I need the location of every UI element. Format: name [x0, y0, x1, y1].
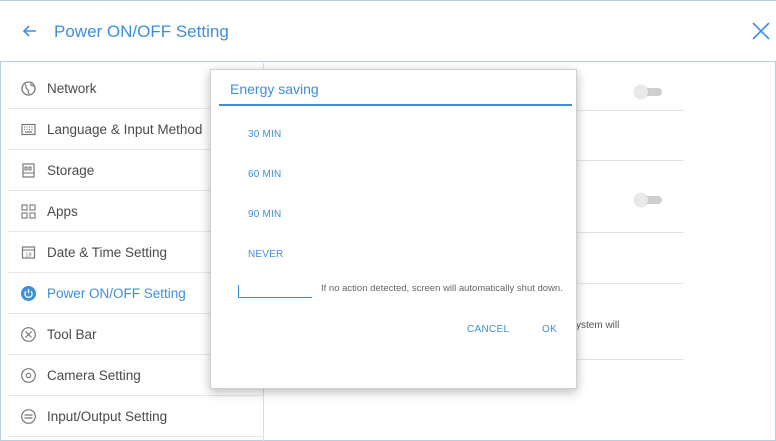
custom-time-input[interactable]: [238, 284, 312, 298]
globe-icon: [20, 80, 37, 97]
keyboard-icon: [20, 121, 37, 138]
dialog-title-divider: [219, 104, 572, 106]
option-30-min[interactable]: 30 MIN: [248, 129, 281, 140]
setting-description: ystem will: [576, 320, 620, 331]
apps-grid-icon: [20, 203, 37, 220]
camera-icon: [20, 367, 37, 384]
calendar-icon: 18: [20, 244, 37, 261]
setting-toggle-1[interactable]: [634, 85, 664, 99]
ok-button[interactable]: OK: [542, 324, 557, 335]
dialog-title: Energy saving: [230, 81, 319, 97]
close-icon[interactable]: [750, 20, 772, 42]
sidebar-item-input-output[interactable]: Input/Output Setting: [8, 396, 264, 437]
sidebar-item-label: Power ON/OFF Setting: [47, 286, 186, 301]
sidebar-item-label: Storage: [47, 163, 95, 178]
input-output-icon: [20, 408, 37, 425]
power-icon: [20, 285, 37, 302]
sidebar-item-label: Network: [47, 81, 97, 96]
sidebar-item-label: Input/Output Setting: [47, 409, 168, 424]
auto-shutdown-hint: If no action detected, screen will autom…: [321, 283, 563, 294]
page-title: Power ON/OFF Setting: [54, 22, 229, 41]
energy-saving-dialog: Energy saving 30 MIN 60 MIN 90 MIN NEVER…: [210, 69, 577, 389]
option-90-min[interactable]: 90 MIN: [248, 209, 281, 220]
toolbar-icon: [20, 326, 37, 343]
storage-icon: [20, 162, 37, 179]
setting-toggle-2[interactable]: [634, 193, 664, 207]
sidebar-item-label: Language & Input Method: [47, 122, 203, 137]
cancel-button[interactable]: CANCEL: [467, 324, 509, 335]
toggle-knob: [634, 193, 648, 207]
sidebar-item-label: Date & Time Setting: [47, 245, 168, 260]
text-caret: [238, 285, 239, 298]
option-60-min[interactable]: 60 MIN: [248, 169, 281, 180]
sidebar-item-label: Tool Bar: [47, 327, 97, 342]
back-arrow-icon[interactable]: [20, 21, 40, 41]
sidebar-item-label: Camera Setting: [47, 368, 141, 383]
toggle-knob: [634, 85, 648, 99]
header-bar: Power ON/OFF Setting: [0, 0, 776, 62]
svg-text:18: 18: [25, 253, 31, 259]
sidebar-item-label: Apps: [47, 204, 78, 219]
option-never[interactable]: NEVER: [248, 249, 283, 260]
